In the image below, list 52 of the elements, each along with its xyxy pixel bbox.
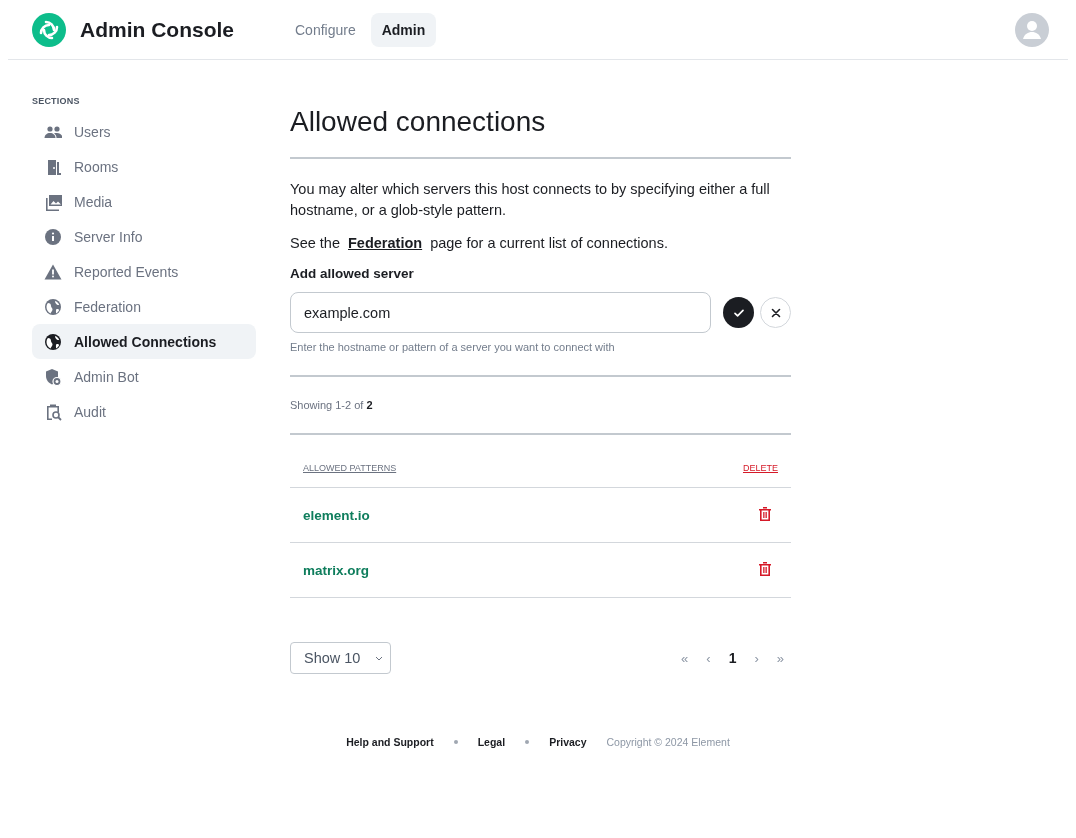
- sidebar-item[interactable]: Rooms: [32, 149, 256, 184]
- trash-icon: [758, 505, 772, 522]
- federation-link[interactable]: Federation: [348, 235, 423, 251]
- close-icon: [769, 306, 782, 319]
- field-hint: Enter the hostname or pattern of a server you want to connect with: [290, 341, 791, 377]
- clipboard-search-icon: [44, 402, 62, 421]
- first-page-button[interactable]: «: [674, 646, 696, 670]
- nav-tab[interactable]: Configure: [284, 12, 367, 47]
- nav-tab[interactable]: Admin: [370, 12, 437, 47]
- sidebar-item[interactable]: Federation: [32, 289, 256, 324]
- footer-link[interactable]: Privacy: [549, 736, 587, 748]
- sidebar-item[interactable]: Media: [32, 184, 256, 219]
- page-number-button[interactable]: 1: [721, 646, 744, 670]
- globe-icon: [44, 332, 62, 351]
- footer-link[interactable]: Help and Support: [346, 736, 434, 748]
- last-page-button[interactable]: »: [769, 646, 791, 670]
- page-size-select[interactable]: Show 10: [290, 642, 391, 674]
- results-summary: Showing 1-2 of 2: [290, 377, 791, 435]
- page-title: Allowed connections: [290, 106, 791, 159]
- avatar-icon: [1015, 12, 1049, 47]
- field-label: Add allowed server: [290, 266, 415, 281]
- sidebar-item[interactable]: Allowed Connections: [32, 324, 256, 359]
- shield-icon: [44, 367, 62, 386]
- section-heading: SECTIONS: [32, 96, 81, 106]
- sidebar-item[interactable]: Server Info: [32, 219, 256, 254]
- delete-button[interactable]: [758, 505, 772, 522]
- chevron-down-icon: [375, 655, 383, 661]
- delete-button[interactable]: [758, 560, 772, 577]
- column-header[interactable]: ALLOWED PATTERNS: [290, 463, 622, 488]
- next-page-button[interactable]: ›: [747, 646, 766, 670]
- previous-page-button[interactable]: ‹: [699, 646, 718, 670]
- intro-text: You may alter which servers this host connects to by specifying either a full hostname, or a glob-style pattern.: [290, 180, 771, 220]
- pattern-cell[interactable]: matrix.org: [290, 542, 622, 598]
- sidebar-item[interactable]: Admin Bot: [32, 359, 256, 394]
- copyright-text: Copyright © 2024 Element: [606, 736, 730, 748]
- info-icon: [44, 227, 62, 246]
- footer-link[interactable]: Legal: [477, 736, 506, 748]
- sidebar-item[interactable]: Audit: [32, 394, 256, 429]
- logo-icon: [32, 12, 66, 47]
- sidebar-item[interactable]: Users: [32, 114, 256, 149]
- warning-icon: [44, 262, 62, 281]
- confirm-button[interactable]: [723, 297, 754, 328]
- column-header[interactable]: DELETE: [621, 463, 791, 488]
- server-input-field[interactable]: example.com: [290, 292, 711, 333]
- globe-icon: [44, 297, 62, 316]
- cancel-button[interactable]: [760, 297, 791, 328]
- sidebar-item[interactable]: Reported Events: [32, 254, 256, 289]
- trash-icon: [758, 560, 772, 577]
- image-icon: [44, 192, 62, 211]
- federation-note: See the Federation page for a current list of connections.: [290, 234, 669, 253]
- pattern-cell[interactable]: element.io: [290, 487, 622, 543]
- app-title: Admin Console: [80, 17, 235, 42]
